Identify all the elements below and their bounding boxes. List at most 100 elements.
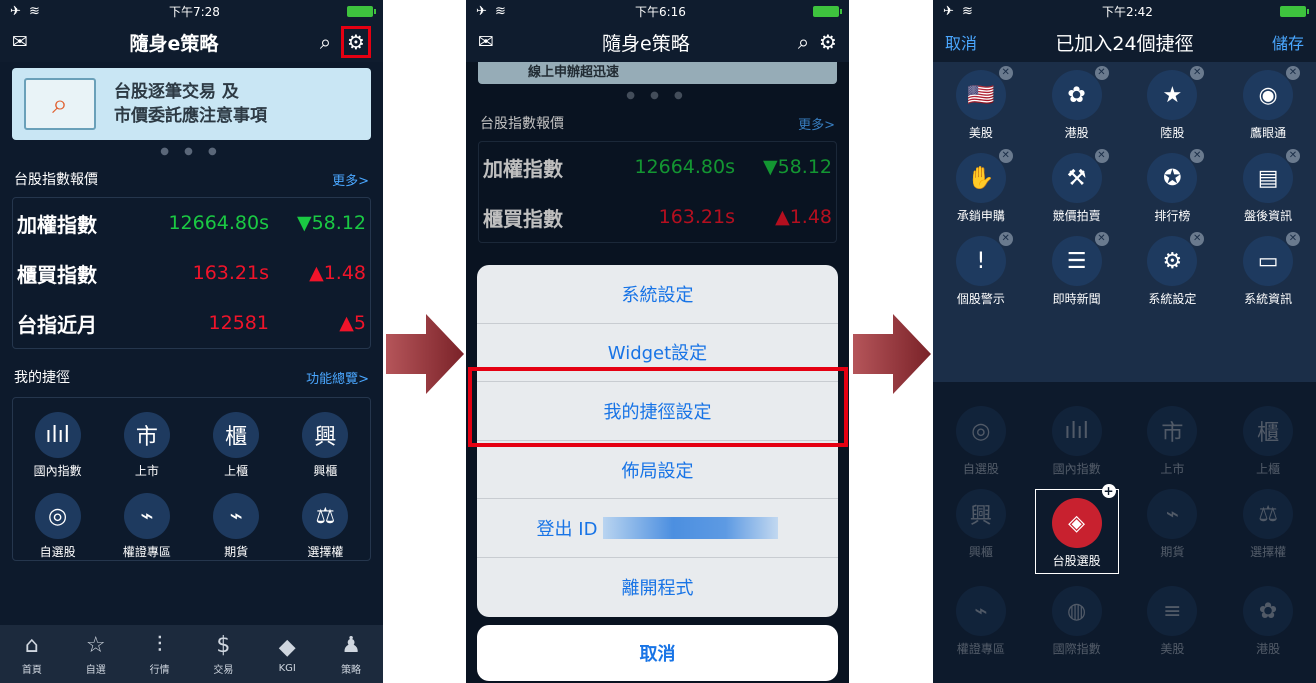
add-badge-icon[interactable]: +: [1101, 484, 1116, 498]
remove-badge-icon[interactable]: ✕: [998, 66, 1013, 80]
cancel-button[interactable]: 取消: [945, 30, 977, 54]
home-screen: ✈ ≋ 下午7:28 ✉ 隨身e策略 ⌕ ⚙ ⌕ 台股逐筆交易 及 市價委託應注…: [0, 0, 383, 683]
home-icon: ⌂: [24, 632, 39, 658]
scale-icon: ⚖: [1243, 489, 1294, 539]
selected-shortcut-item[interactable]: ✋ ✕ 承銷申購: [933, 149, 1029, 224]
selected-shortcut-item[interactable]: ✿ ✕ 港股: [1029, 66, 1125, 141]
feature-overview-link[interactable]: 功能總覽>: [306, 368, 369, 387]
shortcut-item[interactable]: 櫃上櫃: [192, 412, 281, 479]
remove-badge-icon[interactable]: ✕: [1190, 149, 1205, 163]
selected-shortcut-item[interactable]: ▤ ✕ 盤後資訊: [1220, 149, 1316, 224]
shortcut-item[interactable]: 市上市: [102, 412, 191, 479]
available-shortcuts: ◎ 自選股 ılıl 國內指數市上市櫃上櫃興興櫃 ◈ + 台股選股 ⌁ 期貨 ⚖ 選擇權 ⌁ 權證專區 ◍…: [933, 382, 1316, 657]
promo-banner[interactable]: ⌕ 台股逐筆交易 及 市價委託應注意事項: [12, 68, 371, 140]
tab-home[interactable]: ⌂ 首頁: [0, 625, 64, 683]
available-shortcut-item-highlighted[interactable]: ◈ + 台股選股: [1034, 484, 1119, 574]
quote-row[interactable]: 加權指數 12664.80s ▼58.12: [13, 198, 370, 248]
available-shortcut-item[interactable]: ◍ 國際指數: [1029, 586, 1125, 657]
remove-badge-icon[interactable]: ✕: [1286, 149, 1300, 163]
shortcut-label: 個股警示: [956, 292, 1005, 306]
listed-icon: 市: [123, 412, 170, 458]
battery-icon: [813, 5, 842, 17]
shortcut-label: 競價拍賣: [1052, 209, 1101, 223]
available-shortcut-item[interactable]: ⌁ 權證專區: [933, 586, 1029, 657]
available-shortcut-item[interactable]: 市上市: [1125, 406, 1221, 477]
arrow-right-icon: [853, 314, 931, 394]
selected-shortcut-item[interactable]: ✪ ✕ 排行榜: [1125, 149, 1221, 224]
selected-shortcuts: 🇺🇸 ✕ 美股 ✿ ✕ 港股 ★ ✕ 陸股 ◉ ✕ 鷹眼通 ✋ ✕ 承銷申購 ⚒ ✕ 競價拍賣 ✪ ✕ 排行榜 ▤ ✕ 盤後資…: [933, 62, 1316, 382]
cancel-button[interactable]: 取消: [477, 625, 838, 681]
exit-app-option[interactable]: 離開程式: [477, 558, 838, 617]
shortcut-item[interactable]: ılıl 國內指數: [13, 412, 102, 479]
quote-change: ▲5: [339, 312, 366, 334]
otc-icon: 櫃: [213, 412, 260, 458]
news-icon: ☰: [1051, 236, 1102, 286]
remove-badge-icon[interactable]: ✕: [1190, 232, 1205, 246]
shortcut-item[interactable]: ⌁ 權證專區: [102, 493, 191, 560]
shortcut-label: 港股: [1256, 642, 1281, 656]
tab-bar: ⌂ 首頁 ☆ 自選 ⫶ 行情 $ 交易 ◆ KGI ♟ 策略: [0, 625, 383, 683]
remove-badge-icon[interactable]: ✕: [1094, 149, 1109, 163]
medal-icon: ✪: [1147, 153, 1198, 203]
more-link[interactable]: 更多>: [332, 170, 369, 189]
eagle-eye-icon: ◉: [1243, 70, 1294, 120]
layout-settings-option[interactable]: 佈局設定: [477, 441, 838, 500]
search-icon[interactable]: ⌕: [798, 30, 809, 54]
shortcut-item[interactable]: ⌁ 期貨: [192, 493, 281, 560]
selected-shortcut-item[interactable]: ⚒ ✕ 競價拍賣: [1029, 149, 1125, 224]
tab-watchlist[interactable]: ☆ 自選: [64, 625, 128, 683]
shortcut-label: 權證專區: [956, 642, 1005, 656]
shortcut-label: 陸股: [1160, 126, 1185, 140]
tab-trade[interactable]: $ 交易: [191, 625, 255, 683]
available-shortcut-item[interactable]: ⚖ 選擇權: [1220, 489, 1316, 574]
shortcut-label: 興櫃: [968, 545, 993, 559]
hand-tap-icon: ✋: [955, 153, 1006, 203]
remove-badge-icon[interactable]: ✕: [998, 149, 1013, 163]
available-shortcut-item[interactable]: ⌁ 期貨: [1125, 489, 1221, 574]
available-shortcut-item[interactable]: ◎ 自選股: [933, 406, 1029, 477]
tab-strategy[interactable]: ♟ 策略: [319, 625, 383, 683]
quote-value: 12664.80s: [168, 212, 269, 234]
selected-shortcut-item[interactable]: 🇺🇸 ✕ 美股: [933, 66, 1029, 141]
quote-change: ▼58.12: [296, 212, 366, 234]
system-settings-option[interactable]: 系統設定: [477, 265, 838, 324]
selected-shortcut-item[interactable]: ! ✕ 個股警示: [933, 232, 1029, 307]
available-shortcut-item[interactable]: ✿ 港股: [1220, 586, 1316, 657]
quote-row[interactable]: 台指近月 12581 ▲5: [13, 298, 370, 348]
remove-badge-icon[interactable]: ✕: [1094, 66, 1109, 80]
search-icon[interactable]: ⌕: [320, 30, 331, 54]
logout-option[interactable]: 登出 ID: [477, 499, 838, 558]
remove-badge-icon[interactable]: ✕: [998, 232, 1013, 246]
shortcut-label: 自選股: [39, 545, 76, 559]
shortcut-item[interactable]: ◎ 自選股: [13, 493, 102, 560]
tab-kgi[interactable]: ◆ KGI: [255, 625, 319, 683]
selected-shortcut-item[interactable]: ★ ✕ 陸股: [1125, 66, 1221, 141]
save-button[interactable]: 儲存: [1272, 30, 1304, 54]
selected-shortcut-item[interactable]: ⚙ ✕ 系統設定: [1125, 232, 1221, 307]
shortcut-item[interactable]: 興興櫃: [281, 412, 370, 479]
settings-gear-icon[interactable]: ⚙: [341, 26, 371, 58]
status-time: 下午2:42: [1101, 4, 1153, 19]
tab-label: 行情: [149, 664, 170, 676]
available-shortcut-item[interactable]: ≡ 美股: [1125, 586, 1221, 657]
remove-badge-icon[interactable]: ✕: [1094, 232, 1109, 246]
logout-label: 登出 ID: [536, 519, 598, 541]
tab-market[interactable]: ⫶ 行情: [128, 625, 192, 683]
available-shortcut-item[interactable]: 興興櫃: [933, 489, 1029, 574]
quote-row[interactable]: 櫃買指數 163.21s ▲1.48: [13, 248, 370, 298]
available-shortcut-item[interactable]: ılıl 國內指數: [1029, 406, 1125, 477]
remove-badge-icon[interactable]: ✕: [1190, 66, 1205, 80]
document-icon: ▤: [1243, 153, 1294, 203]
settings-gear-icon[interactable]: ⚙: [819, 30, 837, 54]
mail-icon[interactable]: ✉: [12, 31, 28, 53]
selected-shortcut-item[interactable]: ▭ ✕ 系統資訊: [1220, 232, 1316, 307]
available-shortcut-item[interactable]: 櫃上櫃: [1220, 406, 1316, 477]
gavel-icon: ⚒: [1051, 153, 1102, 203]
remove-badge-icon[interactable]: ✕: [1286, 66, 1300, 80]
remove-badge-icon[interactable]: ✕: [1286, 232, 1300, 246]
selected-shortcut-item[interactable]: ☰ ✕ 即時新聞: [1029, 232, 1125, 307]
mail-icon[interactable]: ✉: [478, 31, 494, 53]
selected-shortcut-item[interactable]: ◉ ✕ 鷹眼通: [1220, 66, 1316, 141]
carousel-dots: ● ● ●: [160, 146, 223, 157]
shortcut-item[interactable]: ⚖ 選擇權: [281, 493, 370, 560]
